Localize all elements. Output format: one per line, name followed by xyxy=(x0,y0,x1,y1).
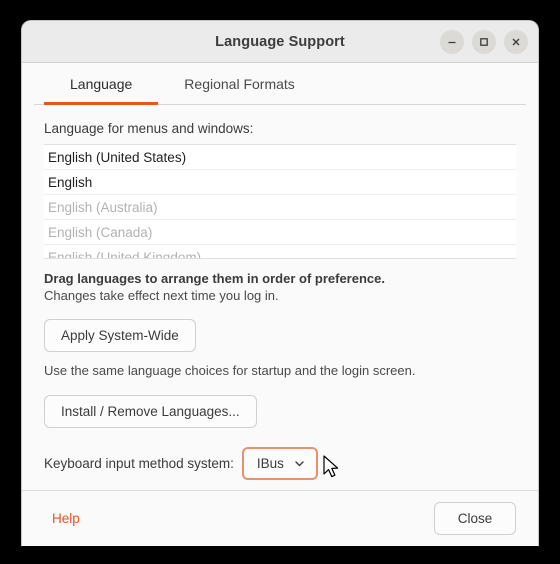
window-controls xyxy=(440,21,528,63)
drag-hint: Drag languages to arrange them in order … xyxy=(44,271,385,286)
list-item[interactable]: English (United Kingdom) xyxy=(44,245,516,259)
close-icon xyxy=(510,36,522,48)
input-method-label: Keyboard input method system: xyxy=(44,456,234,471)
input-method-value: IBus xyxy=(256,456,284,471)
titlebar: Language Support xyxy=(22,21,538,63)
apply-helper-text: Use the same language choices for startu… xyxy=(44,363,416,378)
list-item[interactable]: English (Canada) xyxy=(44,220,516,245)
tab-regional-formats[interactable]: Regional Formats xyxy=(158,63,321,105)
maximize-icon xyxy=(478,36,490,48)
chevron-down-icon xyxy=(293,457,306,470)
language-panel: Language for menus and windows: English … xyxy=(34,105,526,490)
footer: Help Close xyxy=(22,490,538,546)
window-title: Language Support xyxy=(215,33,345,50)
close-button[interactable] xyxy=(504,30,528,54)
tab-bar: Language Regional Formats xyxy=(34,63,526,105)
help-link[interactable]: Help xyxy=(44,507,88,530)
install-row: Install / Remove Languages... xyxy=(44,395,516,428)
list-item[interactable]: English xyxy=(44,170,516,195)
input-method-dropdown[interactable]: IBus xyxy=(241,447,318,480)
maximize-button[interactable] xyxy=(472,30,496,54)
screen: Language Support Language Regional Forma… xyxy=(0,0,560,564)
language-list-label: Language for menus and windows: xyxy=(44,121,254,136)
install-remove-languages-button[interactable]: Install / Remove Languages... xyxy=(44,395,257,428)
minimize-icon xyxy=(446,36,458,48)
tab-language[interactable]: Language xyxy=(44,63,159,105)
input-method-row: Keyboard input method system: IBus xyxy=(44,447,516,480)
language-list[interactable]: English (United States) English English … xyxy=(44,144,516,259)
list-item[interactable]: English (Australia) xyxy=(44,195,516,220)
apply-row: Apply System-Wide xyxy=(44,319,516,352)
language-support-window: Language Support Language Regional Forma… xyxy=(21,20,539,546)
apply-system-wide-button[interactable]: Apply System-Wide xyxy=(44,319,196,352)
window-content: Language Regional Formats Language for m… xyxy=(22,63,538,546)
list-item[interactable]: English (United States) xyxy=(44,145,516,170)
changes-hint: Changes take effect next time you log in… xyxy=(44,288,279,303)
close-dialog-button[interactable]: Close xyxy=(434,501,516,535)
minimize-button[interactable] xyxy=(440,30,464,54)
